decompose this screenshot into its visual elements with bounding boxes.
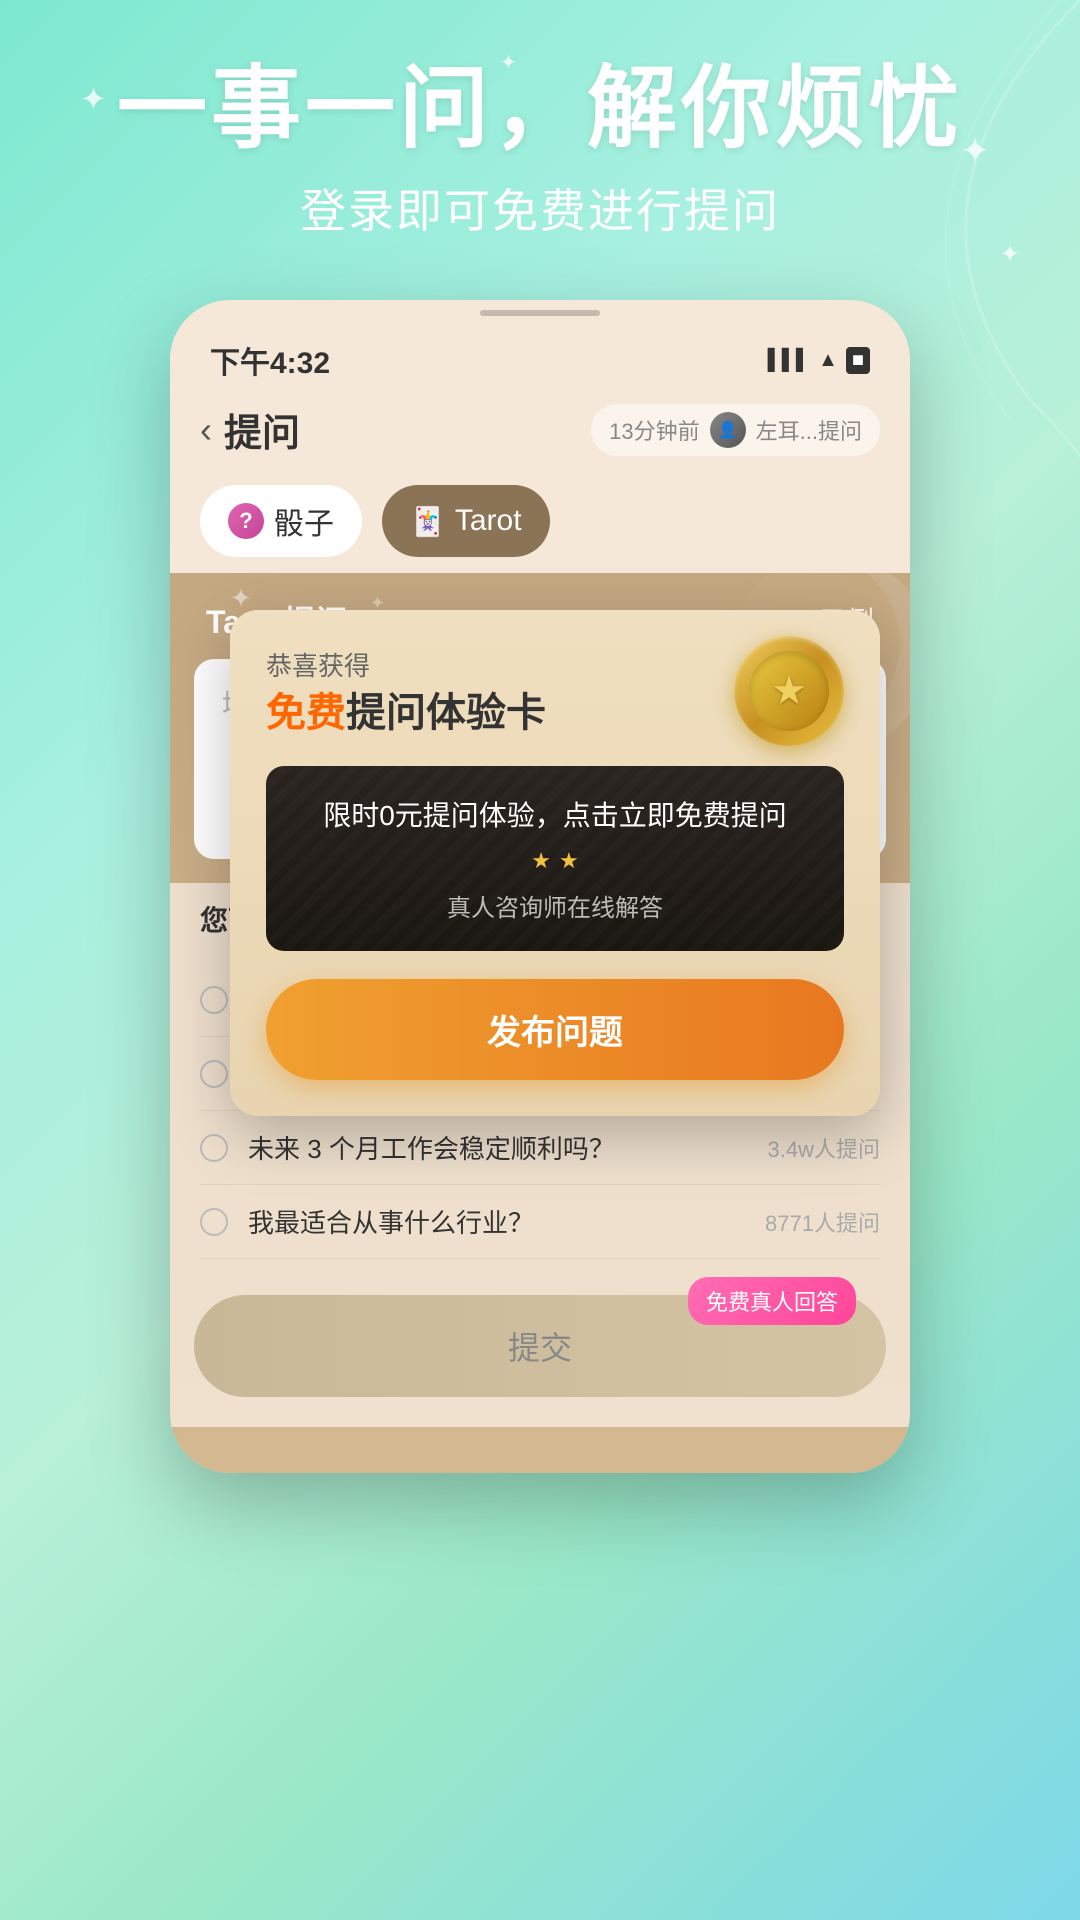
submit-section: 免费真人回答 提交	[170, 1275, 910, 1427]
suggestion-radio-3	[200, 1134, 228, 1162]
suggestion-text-3: 未来 3 个月工作会稳定顺利吗？	[248, 1129, 748, 1166]
suggestion-item-4[interactable]: 我最适合从事什么行业？ 8771人提问	[200, 1185, 880, 1259]
battery-icon: ■	[846, 347, 870, 374]
nav-bar: ‹ 提问 13分钟前 👤 左耳...提问	[170, 392, 910, 473]
coin-outer: ★	[734, 636, 844, 746]
suggestion-text-4: 我最适合从事什么行业？	[248, 1203, 745, 1240]
suggestion-count-4: 8771人提问	[765, 1206, 880, 1238]
user-preview-text: 左耳...提问	[756, 414, 862, 446]
back-button[interactable]: ‹	[200, 409, 212, 451]
hero-section: 一事一问，解你烦忧 登录即可免费进行提问	[0, 60, 1080, 241]
dark-star-1: ★	[531, 848, 551, 874]
popup-title: 免费提问体验卡	[266, 689, 714, 737]
suggestion-radio-4	[200, 1208, 228, 1236]
hero-title: 一事一问，解你烦忧	[0, 60, 1080, 159]
tab-tarot-label: Tarot	[455, 504, 522, 538]
publish-label: 发布问题	[487, 1014, 623, 1052]
free-badge: 免费真人回答	[688, 1277, 856, 1325]
hero-subtitle: 登录即可免费进行提问	[0, 175, 1080, 241]
suggestion-count-3: 3.4w人提问	[768, 1132, 880, 1164]
congratulations-text: 恭喜获得	[266, 646, 714, 683]
tab-bar: ? 骰子 🃏 Tarot	[170, 473, 910, 573]
popup-top: 恭喜获得 免费提问体验卡 ★	[266, 646, 844, 746]
tarot-icon: 🃏	[410, 505, 445, 538]
page-title: 提问	[224, 402, 300, 457]
nav-left: ‹ 提问	[200, 402, 300, 457]
nav-right: 13分钟前 👤 左耳...提问	[591, 404, 880, 456]
user-avatar: 👤	[710, 412, 746, 448]
coin-inner: ★	[749, 651, 829, 731]
dice-icon: ?	[228, 503, 264, 539]
tab-dice-label: 骰子	[274, 499, 334, 543]
title-rest: 提问体验卡	[346, 691, 546, 735]
publish-button[interactable]: 发布问题	[266, 979, 844, 1080]
suggestion-radio-2	[200, 1060, 228, 1088]
dark-card-main-text: 限时0元提问体验，点击立即免费提问	[296, 794, 814, 834]
dark-card-stars: ★ ★	[296, 848, 814, 874]
dark-card-sub-text: 真人咨询师在线解答	[296, 888, 814, 923]
wifi-icon: ▲	[818, 349, 838, 372]
phone-mockup: 下午4:32 ▌▌▌ ▲ ■ ‹ 提问 13分钟前 👤 左耳...提问	[170, 300, 910, 1473]
dark-card: 限时0元提问体验，点击立即免费提问 ★ ★ 真人咨询师在线解答	[266, 766, 844, 951]
submit-button[interactable]: 免费真人回答 提交	[194, 1295, 886, 1397]
signal-icon: ▌▌▌	[768, 349, 811, 372]
tab-dice[interactable]: ? 骰子	[200, 485, 362, 557]
popup-coin: ★	[734, 636, 844, 746]
status-time: 下午4:32	[210, 338, 330, 382]
status-bar: 下午4:32 ▌▌▌ ▲ ■	[170, 316, 910, 392]
time-ago-label: 13分钟前	[609, 414, 699, 446]
popup-text: 恭喜获得 免费提问体验卡	[266, 646, 714, 737]
status-icons: ▌▌▌ ▲ ■	[768, 347, 870, 374]
phone-frame: 下午4:32 ▌▌▌ ▲ ■ ‹ 提问 13分钟前 👤 左耳...提问	[170, 300, 910, 1473]
tab-tarot[interactable]: 🃏 Tarot	[382, 485, 550, 557]
dark-star-2: ★	[559, 848, 579, 874]
submit-label: 提交	[508, 1330, 572, 1366]
popup-card[interactable]: 恭喜获得 免费提问体验卡 ★ 限时0元提问体验，点击	[230, 610, 880, 1116]
suggestion-radio-1	[200, 986, 228, 1014]
coin-star-icon: ★	[771, 668, 807, 714]
suggestion-item-3[interactable]: 未来 3 个月工作会稳定顺利吗？ 3.4w人提问	[200, 1111, 880, 1185]
free-highlight: 免费	[266, 691, 346, 735]
